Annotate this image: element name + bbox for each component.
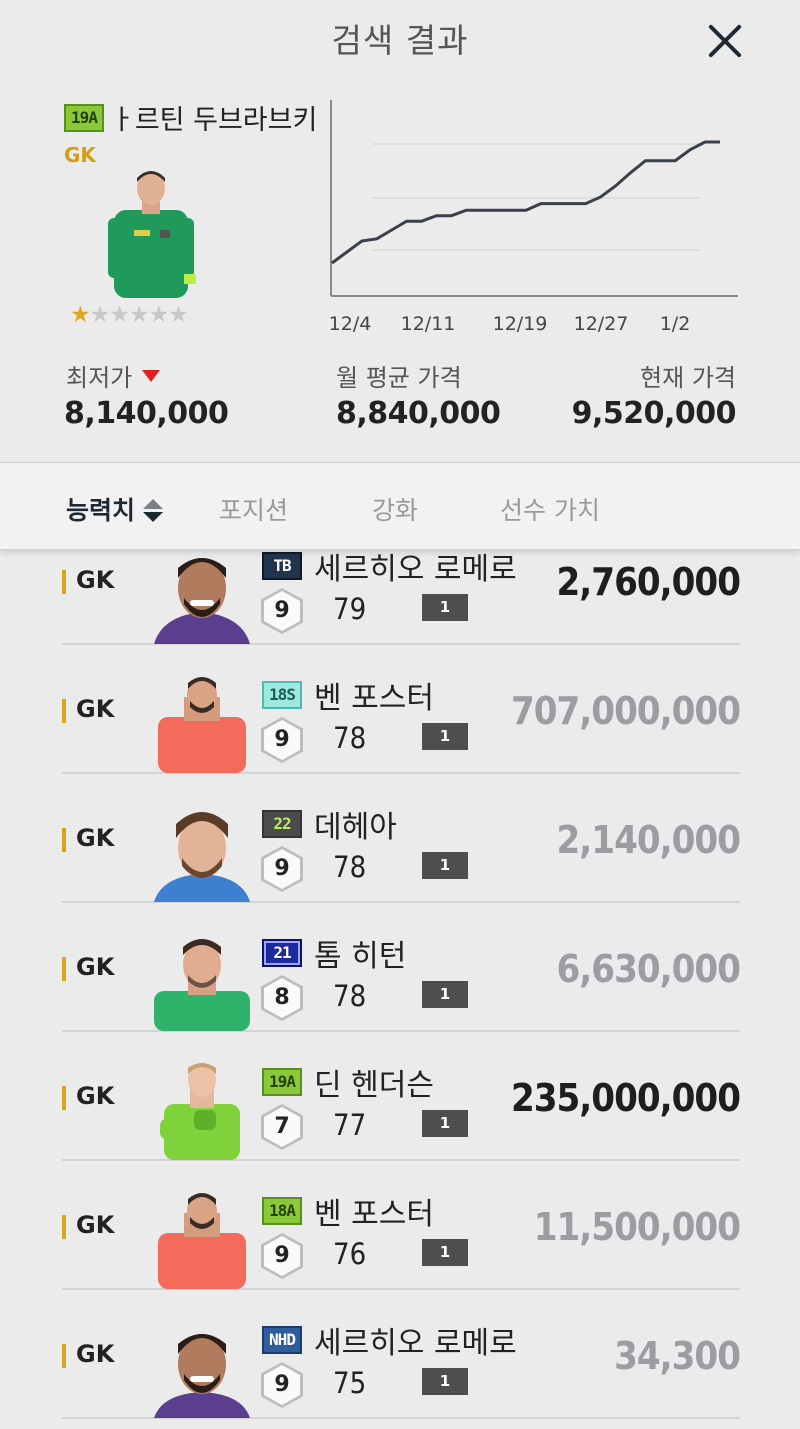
list-item[interactable]: GK 18A 벤 포스터 9 76 1 11,500,000 [62, 1161, 741, 1290]
player-price: 34,300 [614, 1334, 741, 1378]
player-photo [154, 804, 250, 902]
down-arrow-icon [142, 370, 161, 382]
player-name: 세르히오 로메로 [314, 552, 517, 587]
player-name: 데헤아 [314, 810, 397, 845]
player-photo [154, 933, 250, 1031]
position-marker [62, 570, 66, 594]
chart-tick-label: 12/27 [574, 313, 629, 335]
season-badge: 21 [262, 939, 302, 967]
season-badge: TB [262, 552, 302, 580]
player-name: 딘 헨더슨 [314, 1068, 434, 1103]
player-photo [154, 546, 250, 644]
avg-price-label: 월 평균 가격 [336, 364, 462, 392]
season-badge: 18S [262, 681, 302, 709]
list-item[interactable]: GK 19A 딘 헨더슨 7 77 1 235,000,000 [62, 1032, 741, 1161]
grade-hexagon: 9 [261, 846, 303, 892]
overall-rating: 78 [333, 850, 367, 884]
player-photo [154, 675, 250, 773]
player-price: 11,500,000 [533, 1205, 741, 1249]
player-name: 벤 포스터 [314, 681, 434, 716]
close-icon[interactable] [704, 20, 746, 62]
list-item[interactable]: GK 21 톰 히턴 8 78 1 6,630,000 [62, 903, 741, 1032]
grade-hexagon: 9 [261, 588, 303, 634]
season-badge: 18A [262, 1197, 302, 1225]
player-price: 6,630,000 [556, 947, 741, 991]
position-label: GK [76, 1340, 115, 1368]
page-title: 검색 결과 [331, 21, 469, 60]
enhance-level: 1 [422, 1239, 468, 1266]
list-item[interactable]: GK NHD 세르히오 로메로 9 75 1 34,300 [62, 1290, 741, 1419]
grade-hexagon: 9 [261, 1362, 303, 1408]
overall-rating: 78 [333, 721, 367, 755]
avg-price-value: 8,840,000 [336, 396, 501, 431]
position-marker [62, 1344, 66, 1368]
player-name: 세르히오 로메로 [314, 1326, 517, 1361]
player-price: 2,140,000 [556, 818, 741, 862]
chart-tick-label: 12/4 [329, 313, 372, 335]
grade-hexagon: 9 [261, 717, 303, 763]
chart-tick-label: 12/11 [401, 313, 456, 335]
position-marker [62, 1086, 66, 1110]
enhance-level: 1 [422, 852, 468, 879]
grade-hexagon: 9 [261, 1233, 303, 1279]
chart-tick-label: 12/19 [493, 313, 548, 335]
list-item[interactable]: GK 18S 벤 포스터 9 78 1 707,000,000 [62, 645, 741, 774]
player-photo [154, 1191, 250, 1289]
tab-enhance[interactable]: 강화 [372, 491, 418, 527]
enhance-level: 1 [422, 981, 468, 1008]
star-rating: ★★★★★★ [70, 302, 189, 328]
position-marker [62, 828, 66, 852]
player-price: 235,000,000 [510, 1076, 741, 1120]
position-label: GK [76, 1211, 115, 1239]
star-icon: ★ [70, 302, 91, 328]
sort-icon [143, 499, 164, 523]
tab-ability[interactable]: 능력치 [66, 491, 164, 527]
tab-position[interactable]: 포지션 [219, 491, 288, 527]
results-list: GK TB 세르히오 로메로 9 79 1 2,760,000 GK 18S 벤… [0, 516, 800, 1429]
season-badge: 22 [262, 810, 302, 838]
min-price-value: 8,140,000 [64, 396, 229, 431]
list-item[interactable]: GK 22 데헤아 9 78 1 2,140,000 [62, 774, 741, 903]
position-marker [62, 699, 66, 723]
enhance-level: 1 [422, 1110, 468, 1137]
player-name: ㅏ르틴 두브라브키 [110, 105, 318, 136]
enhance-level: 1 [422, 723, 468, 750]
enhance-level: 1 [422, 1368, 468, 1395]
overall-rating: 78 [333, 979, 367, 1013]
player-name: 톰 히턴 [314, 939, 407, 974]
position-marker [62, 957, 66, 981]
overall-rating: 77 [333, 1108, 367, 1142]
player-photo [154, 1320, 250, 1418]
current-price-value: 9,520,000 [571, 396, 737, 431]
grade-hexagon: 7 [261, 1104, 303, 1150]
position-label: GK [76, 695, 115, 723]
sort-tabs: 능력치 포지션 강화 선수 가치 [0, 462, 800, 550]
min-price-label: 최저가 [66, 358, 161, 393]
tab-player-value[interactable]: 선수 가치 [500, 491, 600, 527]
season-badge: NHD [262, 1326, 302, 1354]
player-price: 707,000,000 [510, 689, 741, 733]
position-label: GK [76, 953, 115, 981]
player-photo [104, 166, 198, 298]
position-label: GK [76, 1082, 115, 1110]
current-price-label: 현재 가격 [640, 364, 736, 392]
position-marker [62, 1215, 66, 1239]
season-badge: 19A [64, 104, 104, 132]
season-badge: 19A [262, 1068, 302, 1096]
chart-tick-label: 1/2 [660, 313, 691, 335]
grade-hexagon: 8 [261, 975, 303, 1021]
player-name: 벤 포스터 [314, 1197, 434, 1232]
star-icon: ★★★★★ [89, 302, 189, 328]
player-position: GK [64, 143, 96, 167]
player-price: 2,760,000 [556, 560, 741, 604]
chart-series-line [331, 140, 720, 265]
overall-rating: 79 [333, 592, 367, 626]
enhance-level: 1 [422, 594, 468, 621]
price-chart: 12/4 12/11 12/19 12/27 1/2 [329, 100, 738, 335]
overall-rating: 75 [333, 1366, 367, 1400]
player-photo [154, 1062, 250, 1160]
position-label: GK [76, 566, 115, 594]
position-label: GK [76, 824, 115, 852]
overall-rating: 76 [333, 1237, 367, 1271]
